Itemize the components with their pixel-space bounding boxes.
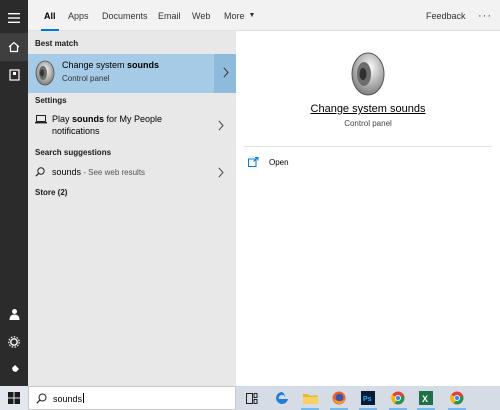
taskbar-search-box[interactable]: sounds	[28, 386, 236, 410]
store-header[interactable]: Store (2)	[35, 188, 67, 197]
settings-result-bold: sounds	[72, 114, 105, 124]
settings-result-label: Play sounds for My People notifications	[52, 113, 162, 137]
search-icon	[36, 393, 47, 404]
chrome-icon[interactable]	[386, 386, 410, 410]
windows-logo-icon	[8, 392, 20, 404]
tab-web[interactable]: Web	[192, 0, 210, 31]
settings-result-suffix: for My People	[104, 114, 163, 124]
search-scope-bar: All Apps Documents Email Web More ▼ Feedb…	[28, 0, 500, 31]
text-cursor	[83, 393, 85, 403]
preview-panel: Change system sounds Control panel Open	[236, 31, 500, 386]
settings-result-prefix: Play	[52, 114, 73, 124]
firefox-icon[interactable]	[327, 386, 351, 410]
tab-documents[interactable]: Documents	[102, 0, 148, 31]
person-icon[interactable]	[0, 300, 28, 328]
svg-text:X: X	[422, 394, 428, 404]
open-icon	[248, 157, 259, 167]
home-icon[interactable]	[0, 33, 28, 61]
svg-text:Ps: Ps	[363, 396, 372, 403]
best-match-header: Best match	[35, 39, 79, 48]
laptop-icon	[35, 115, 47, 124]
tab-label: Web	[192, 10, 211, 21]
chevron-right-icon	[218, 167, 224, 178]
search-input-value: sounds	[53, 394, 83, 404]
settings-header: Settings	[35, 96, 67, 105]
edge-icon[interactable]	[270, 386, 294, 410]
preview-subtitle: Control panel	[344, 119, 392, 128]
taskbar: sounds Ps X	[0, 386, 500, 410]
feedback-link[interactable]: Feedback	[426, 0, 466, 31]
search-suggestions-header: Search suggestions	[35, 148, 112, 157]
open-action[interactable]: Open	[248, 157, 289, 167]
tab-label: More	[224, 10, 245, 21]
best-match-title-bold: sounds	[127, 60, 160, 70]
settings-result-line2: notifications	[52, 126, 100, 136]
chevron-right-icon	[223, 67, 229, 78]
best-match-subtitle: Control panel	[62, 74, 110, 83]
task-view-icon[interactable]	[240, 386, 264, 410]
chevron-right-icon	[218, 120, 224, 131]
preview-title[interactable]: Change system sounds	[236, 103, 500, 115]
hamburger-icon[interactable]	[0, 4, 28, 32]
chevron-down-icon: ▼	[248, 12, 256, 19]
search-input[interactable]: sounds	[53, 393, 85, 404]
feedback-hub-icon[interactable]	[0, 356, 28, 384]
best-match-title-prefix: Change system	[62, 60, 128, 70]
open-label: Open	[269, 157, 289, 167]
gear-icon[interactable]	[0, 328, 28, 356]
tab-all[interactable]: All	[41, 0, 58, 31]
web-suggestion-text: sounds	[52, 167, 82, 177]
windows-start-button[interactable]	[0, 386, 28, 410]
chrome-icon[interactable]	[445, 386, 469, 410]
tab-label: Email	[158, 10, 181, 21]
speaker-icon	[35, 60, 55, 86]
tab-email[interactable]: Email	[158, 0, 181, 31]
tab-more[interactable]: More ▼	[224, 0, 255, 31]
speaker-icon	[351, 52, 385, 96]
tab-label: Documents	[102, 10, 148, 21]
notebook-icon[interactable]	[0, 61, 28, 89]
more-options-icon[interactable]: ···	[478, 0, 492, 31]
settings-result-item[interactable]: Play sounds for My People notifications	[28, 111, 236, 141]
search-icon	[35, 167, 45, 177]
results-panel: Best match Change system sounds Control …	[28, 31, 236, 386]
file-explorer-icon[interactable]	[298, 386, 322, 410]
web-suggestion-item[interactable]: sounds - See web results	[28, 165, 236, 183]
best-match-item[interactable]: Change system sounds Control panel	[28, 54, 236, 93]
excel-icon[interactable]: X	[414, 386, 438, 410]
web-suggestion-label: sounds - See web results	[52, 166, 145, 179]
tab-apps[interactable]: Apps	[68, 0, 89, 31]
divider	[244, 146, 492, 147]
tab-label: Apps	[68, 10, 89, 21]
left-rail	[0, 0, 28, 386]
photoshop-icon[interactable]: Ps	[356, 386, 380, 410]
best-match-title: Change system sounds	[62, 60, 159, 70]
tab-label: All	[44, 10, 56, 21]
web-suggestion-suffix: - See web results	[81, 168, 146, 177]
